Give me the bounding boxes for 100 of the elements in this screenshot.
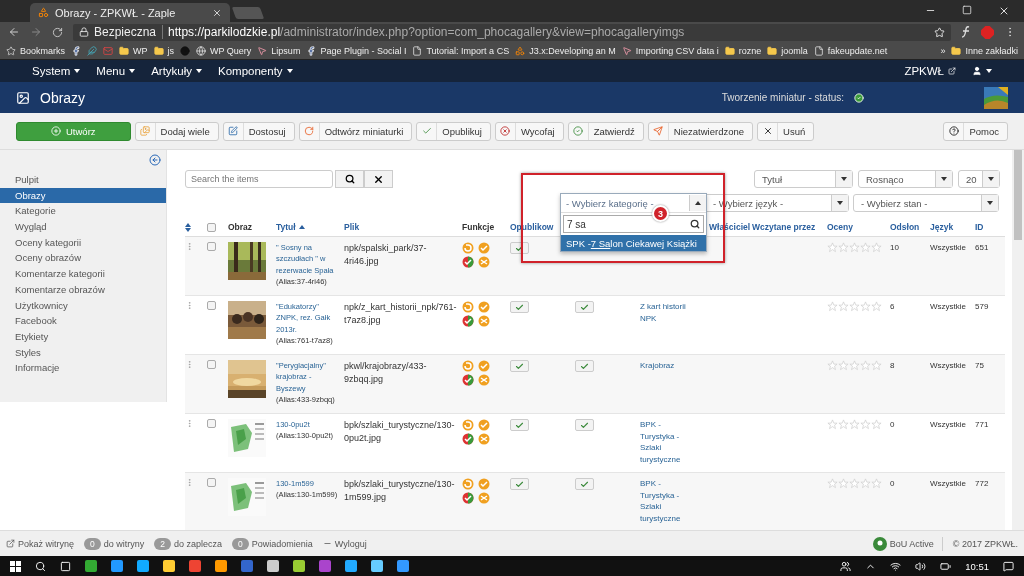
- back-icon[interactable]: [8, 26, 20, 38]
- column-header[interactable]: Język: [930, 222, 954, 232]
- category-link[interactable]: Krajobraz: [640, 360, 700, 372]
- checkbox[interactable]: [207, 222, 216, 232]
- windows-icon[interactable]: [10, 560, 21, 572]
- volume-icon[interactable]: [915, 560, 927, 572]
- refresh-icon[interactable]: [478, 492, 490, 504]
- category-link[interactable]: BPK - Turystyka - Szlaki turystyczne: [640, 478, 700, 525]
- check-icon[interactable]: [462, 492, 474, 504]
- published-toggle[interactable]: [575, 360, 594, 372]
- row-checkbox[interactable]: [207, 301, 216, 310]
- notifications-icon[interactable]: [1003, 560, 1014, 572]
- refresh-icon[interactable]: [478, 374, 490, 386]
- bookmark[interactable]: Lipsum: [257, 45, 301, 56]
- app-icon[interactable]: [397, 560, 409, 572]
- maximize-icon[interactable]: [962, 5, 972, 15]
- sidebar-item[interactable]: Komentarze kategorii: [0, 266, 166, 282]
- row-checkbox[interactable]: [207, 419, 216, 428]
- status-link[interactable]: do zaplecza: [174, 538, 223, 549]
- sidebar-item[interactable]: Styles: [0, 344, 166, 361]
- undo-icon[interactable]: [462, 419, 474, 431]
- published-toggle[interactable]: [575, 478, 594, 490]
- toolbar-button[interactable]: Usuń: [757, 121, 815, 141]
- toolbar-button[interactable]: Wycofaj: [494, 121, 564, 141]
- app-icon[interactable]: [267, 560, 279, 572]
- check-icon[interactable]: [462, 256, 474, 268]
- sidebar-item[interactable]: Użytkownicy: [0, 297, 166, 314]
- app-icon[interactable]: [189, 560, 201, 572]
- sidebar-item[interactable]: Facebook: [0, 313, 166, 329]
- undo-icon[interactable]: [462, 242, 474, 254]
- column-header[interactable]: Plik: [344, 222, 360, 232]
- wifi-icon[interactable]: [890, 560, 902, 572]
- sidebar-item[interactable]: Oceny kategorii: [0, 234, 166, 251]
- row-checkbox[interactable]: [207, 360, 216, 369]
- sidebar-item[interactable]: Obrazy: [0, 187, 166, 204]
- app-icon[interactable]: [293, 560, 305, 572]
- published-toggle[interactable]: [575, 301, 594, 313]
- toolbar-button[interactable]: Odtwórz miniaturki: [298, 121, 413, 141]
- toolbar-button[interactable]: Zatwierdź: [567, 121, 644, 141]
- drag-handle[interactable]: [185, 360, 194, 369]
- drag-handle[interactable]: [185, 301, 194, 310]
- toolbar-button[interactable]: Dostosuj: [222, 121, 295, 141]
- state-select[interactable]: - Wybierz stan -: [853, 194, 999, 212]
- people-icon[interactable]: [840, 560, 852, 572]
- published-toggle[interactable]: [510, 301, 529, 313]
- bookmark[interactable]: Tutorial: Import a CS: [412, 45, 510, 56]
- sidebar-item[interactable]: Etykiety: [0, 328, 166, 345]
- check-icon[interactable]: [478, 360, 490, 372]
- toolbar-button[interactable]: Dodaj wiele: [134, 121, 219, 141]
- sidebar-item[interactable]: Komentarze obrazów: [0, 281, 166, 298]
- app-icon[interactable]: [137, 560, 149, 572]
- status-link[interactable]: Powiadomienia: [251, 538, 313, 549]
- refresh-icon[interactable]: [478, 256, 490, 268]
- close-icon[interactable]: [212, 7, 222, 18]
- more-bookmarks[interactable]: »: [940, 45, 946, 56]
- scrollbar[interactable]: [1012, 150, 1024, 530]
- category-link[interactable]: BPK - Turystyka - Szlaki turystyczne: [640, 419, 700, 466]
- nav-menu[interactable]: Artykuły: [151, 65, 203, 77]
- clock-text[interactable]: 10:51: [965, 560, 989, 572]
- check-icon[interactable]: [462, 315, 474, 327]
- extension-icon[interactable]: [961, 26, 971, 38]
- bookmark-star-icon[interactable]: [934, 26, 945, 38]
- published-toggle[interactable]: [510, 419, 529, 431]
- nav-menu[interactable]: System: [32, 65, 81, 77]
- sidebar-item[interactable]: Informacje: [0, 360, 166, 376]
- check-icon[interactable]: [478, 478, 490, 490]
- address-bar[interactable]: Bezpieczna https://parkilodzkie.pl/administrator/index.php?option=com_phocagallery&view=phocagalleryimgs: [73, 23, 951, 41]
- app-icon[interactable]: [85, 560, 97, 572]
- column-header[interactable]: Odsłon: [890, 222, 920, 232]
- undo-icon[interactable]: [462, 301, 474, 313]
- bookmark[interactable]: joomla: [767, 45, 808, 56]
- bookmark-folder[interactable]: Inne zakładki: [951, 45, 1018, 56]
- limit-select[interactable]: 20: [958, 170, 1000, 188]
- app-icon[interactable]: [345, 560, 357, 572]
- dropdown-option[interactable]: SPK -7 Salon Ciekawej Książki: [561, 235, 706, 251]
- new-tab-button[interactable]: [231, 7, 265, 19]
- undo-icon[interactable]: [462, 360, 474, 372]
- check-icon[interactable]: [462, 433, 474, 445]
- drag-handle[interactable]: [185, 478, 194, 487]
- published-toggle[interactable]: [575, 419, 594, 431]
- browser-tab[interactable]: Obrazy - ZPKWŁ - Zaple: [30, 3, 230, 22]
- bookmark[interactable]: WP Query: [196, 45, 252, 56]
- app-icon[interactable]: [319, 560, 331, 572]
- sort-field-select[interactable]: Tytuł: [754, 170, 853, 188]
- nav-menu[interactable]: Komponenty: [218, 65, 293, 77]
- check-icon[interactable]: [478, 242, 490, 254]
- sidebar-item[interactable]: Oceny obrazów: [0, 250, 166, 267]
- bookmark[interactable]: Bookmarks: [6, 45, 65, 56]
- app-icon[interactable]: [371, 560, 383, 572]
- collapse-icon[interactable]: [149, 154, 161, 166]
- published-toggle[interactable]: [510, 360, 529, 372]
- sort-order-select[interactable]: Rosnąco: [858, 170, 953, 188]
- refresh-icon[interactable]: [478, 433, 490, 445]
- app-icon[interactable]: [163, 560, 175, 572]
- app-icon[interactable]: [215, 560, 227, 572]
- column-header[interactable]: Tytuł: [276, 222, 296, 232]
- drag-handle[interactable]: [185, 419, 194, 428]
- battery-icon[interactable]: [940, 560, 952, 572]
- bookmark[interactable]: Page Plugin - Social I: [306, 45, 407, 56]
- nav-menu[interactable]: Menu: [96, 65, 136, 77]
